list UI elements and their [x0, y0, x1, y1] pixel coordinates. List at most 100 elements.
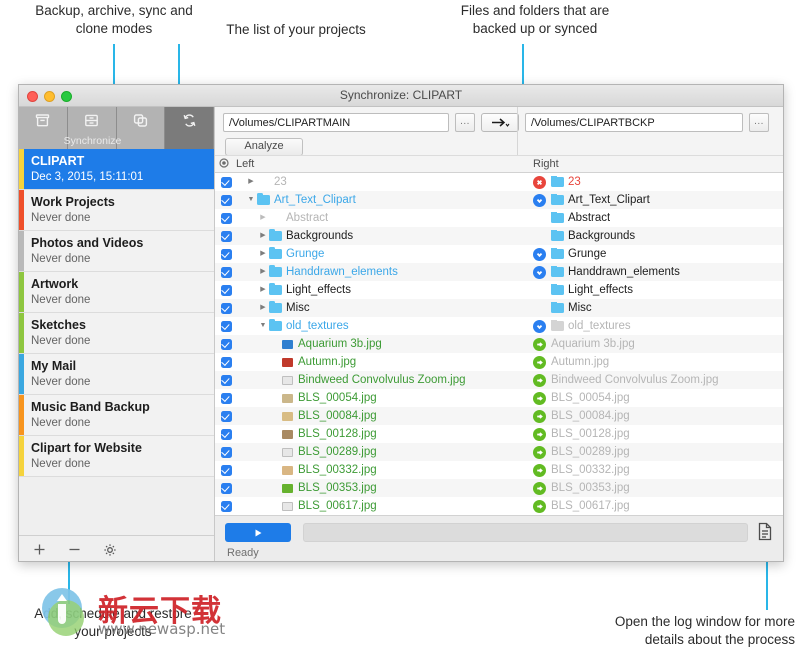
disclosure-triangle-icon[interactable]: ▶ — [257, 299, 269, 317]
table-row[interactable]: BLS_00617.jpg BLS_00617.jpg — [215, 497, 783, 515]
right-item[interactable]: Aquarium 3b.jpg — [551, 338, 783, 350]
left-item[interactable]: ▶ Backgrounds — [237, 227, 527, 245]
copy-right-badge-icon[interactable] — [532, 409, 546, 423]
disclosure-triangle-icon[interactable]: ▶ — [257, 281, 269, 299]
right-item[interactable]: 23 — [551, 176, 783, 188]
sync-action-badge[interactable] — [527, 193, 551, 207]
row-checkbox[interactable] — [215, 230, 237, 242]
right-item[interactable]: Autumn.jpg — [551, 356, 783, 368]
copy-right-badge-icon[interactable] — [532, 355, 546, 369]
analyze-button[interactable]: Analyze — [225, 138, 303, 156]
project-item[interactable]: Music Band Backup Never done — [19, 395, 214, 436]
table-row[interactable]: Bindweed Convolvulus Zoom.jpg Bindweed Co… — [215, 371, 783, 389]
expand-badge-icon[interactable] — [532, 193, 546, 207]
window-titlebar[interactable]: Synchronize: CLIPART — [19, 85, 783, 107]
sync-action-badge[interactable] — [527, 463, 551, 477]
copy-right-badge-icon[interactable] — [532, 463, 546, 477]
row-checkbox[interactable] — [215, 194, 237, 206]
add-project-icon[interactable] — [33, 543, 46, 556]
right-item[interactable]: BLS_00054.jpg — [551, 392, 783, 404]
table-row[interactable]: ▶ 23 23 — [215, 173, 783, 191]
row-checkbox[interactable] — [215, 338, 237, 350]
row-checkbox[interactable] — [215, 320, 237, 332]
right-item[interactable]: BLS_00353.jpg — [551, 482, 783, 494]
disclosure-triangle-icon[interactable]: ▼ — [257, 317, 269, 335]
right-item[interactable]: BLS_00128.jpg — [551, 428, 783, 440]
disclosure-triangle-icon[interactable]: ▶ — [257, 263, 269, 281]
sync-action-badge[interactable] — [527, 409, 551, 423]
table-row[interactable]: ▶ Abstract Abstract — [215, 209, 783, 227]
right-item[interactable]: Abstract — [551, 212, 783, 224]
table-row[interactable]: Aquarium 3b.jpg Aquarium 3b.jpg — [215, 335, 783, 353]
left-item[interactable]: ▼ Art_Text_Clipart — [237, 191, 527, 209]
left-item[interactable]: BLS_00332.jpg — [237, 464, 527, 476]
right-item[interactable]: BLS_00084.jpg — [551, 410, 783, 422]
table-row[interactable]: BLS_00332.jpg BLS_00332.jpg — [215, 461, 783, 479]
left-item[interactable]: BLS_00084.jpg — [237, 410, 527, 422]
table-row[interactable]: ▶ Grunge Grunge — [215, 245, 783, 263]
right-item[interactable]: Handdrawn_elements — [551, 266, 783, 278]
row-checkbox[interactable] — [215, 464, 237, 476]
left-item[interactable]: ▼ old_textures — [237, 317, 527, 335]
table-row[interactable]: ▶ Misc Misc — [215, 299, 783, 317]
sync-action-badge[interactable] — [527, 247, 551, 261]
sync-action-badge[interactable] — [527, 373, 551, 387]
sync-action-badge[interactable] — [527, 499, 551, 513]
row-checkbox[interactable] — [215, 428, 237, 440]
project-list[interactable]: CLIPART Dec 3, 2015, 15:11:01 Work Proje… — [19, 149, 214, 535]
row-checkbox[interactable] — [215, 482, 237, 494]
left-item[interactable]: BLS_00054.jpg — [237, 392, 527, 404]
left-item[interactable]: ▶ Handdrawn_elements — [237, 263, 527, 281]
left-item[interactable]: BLS_00289.jpg — [237, 446, 527, 458]
project-item[interactable]: Photos and Videos Never done — [19, 231, 214, 272]
row-checkbox[interactable] — [215, 302, 237, 314]
project-item[interactable]: Sketches Never done — [19, 313, 214, 354]
row-checkbox[interactable] — [215, 212, 237, 224]
disclosure-triangle-icon[interactable]: ▶ — [257, 227, 269, 245]
row-checkbox[interactable] — [215, 374, 237, 386]
row-checkbox[interactable] — [215, 500, 237, 512]
disclosure-triangle-icon[interactable]: ▶ — [257, 245, 269, 263]
copy-right-badge-icon[interactable] — [532, 337, 546, 351]
table-row[interactable]: ▶ Handdrawn_elements Handdrawn_elements — [215, 263, 783, 281]
remove-project-icon[interactable] — [68, 543, 81, 556]
copy-right-badge-icon[interactable] — [532, 445, 546, 459]
project-item[interactable]: My Mail Never done — [19, 354, 214, 395]
project-item[interactable]: CLIPART Dec 3, 2015, 15:11:01 — [19, 149, 214, 190]
left-item[interactable]: ▶ Misc — [237, 299, 527, 317]
table-row[interactable]: ▶ Light_effects Light_effects — [215, 281, 783, 299]
row-checkbox[interactable] — [215, 410, 237, 422]
row-checkbox[interactable] — [215, 266, 237, 278]
left-item[interactable]: BLS_00617.jpg — [237, 500, 527, 512]
row-checkbox[interactable] — [215, 446, 237, 458]
left-item[interactable]: Bindweed Convolvulus Zoom.jpg — [237, 374, 527, 386]
right-item[interactable]: BLS_00332.jpg — [551, 464, 783, 476]
right-item[interactable]: BLS_00617.jpg — [551, 500, 783, 512]
sync-direction-button[interactable] — [481, 113, 519, 132]
expand-badge-icon[interactable] — [532, 319, 546, 333]
left-item[interactable]: ▶ Light_effects — [237, 281, 527, 299]
left-item[interactable]: ▶ 23 — [237, 173, 527, 191]
table-row[interactable]: BLS_00353.jpg BLS_00353.jpg — [215, 479, 783, 497]
left-path-field[interactable]: /Volumes/CLIPARTMAIN — [223, 113, 449, 132]
right-item[interactable]: Light_effects — [551, 284, 783, 296]
table-row[interactable]: BLS_00128.jpg BLS_00128.jpg — [215, 425, 783, 443]
sync-action-badge[interactable] — [527, 319, 551, 333]
run-button[interactable] — [225, 523, 291, 542]
sync-action-badge[interactable] — [527, 175, 551, 189]
left-item[interactable]: BLS_00353.jpg — [237, 482, 527, 494]
copy-right-badge-icon[interactable] — [532, 481, 546, 495]
delete-badge-icon[interactable] — [532, 175, 546, 189]
expand-badge-icon[interactable] — [532, 265, 546, 279]
table-row[interactable]: ▼ old_textures old_textures — [215, 317, 783, 335]
left-item[interactable]: ▶ Grunge — [237, 245, 527, 263]
table-row[interactable]: BLS_00054.jpg BLS_00054.jpg — [215, 389, 783, 407]
copy-right-badge-icon[interactable] — [532, 391, 546, 405]
sync-action-badge[interactable] — [527, 427, 551, 441]
project-settings-icon[interactable] — [103, 543, 117, 557]
disclosure-triangle-icon[interactable]: ▶ — [245, 173, 257, 191]
project-item[interactable]: Artwork Never done — [19, 272, 214, 313]
right-browse-button[interactable]: ... — [749, 113, 769, 132]
sync-action-badge[interactable] — [527, 265, 551, 279]
right-item[interactable]: Art_Text_Clipart — [551, 194, 783, 206]
